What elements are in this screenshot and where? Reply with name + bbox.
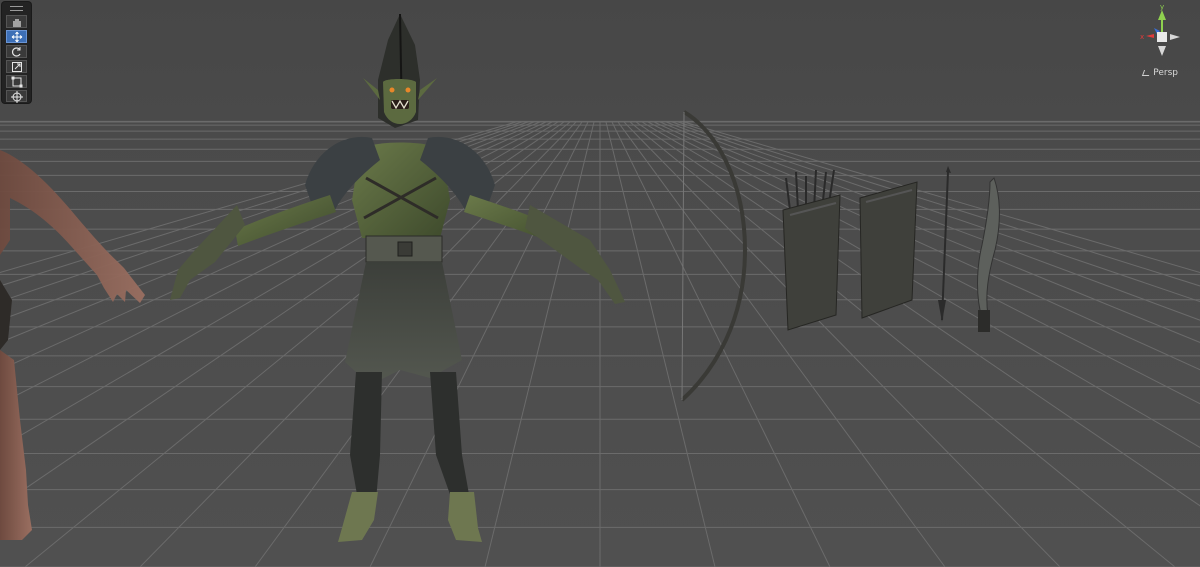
gizmo-y-cone[interactable] [1158, 10, 1166, 20]
hand-icon [13, 19, 21, 27]
grid-line [659, 121, 1200, 343]
rect-tool-button[interactable] [6, 75, 27, 88]
floor-grid [0, 120, 1200, 567]
orc-character-model[interactable] [170, 13, 625, 542]
quiver-with-arrows-prop[interactable] [782, 169, 841, 331]
toolbar-grip[interactable] [10, 6, 23, 11]
scene-canvas[interactable] [0, 0, 1200, 567]
move-tool-button[interactable] [6, 30, 27, 43]
transform-tool-button[interactable] [6, 90, 27, 103]
orientation-gizmo[interactable]: y x Persp [1140, 0, 1200, 82]
rotate-tool-button[interactable] [6, 45, 27, 58]
gizmo-center-cube[interactable] [1157, 32, 1167, 42]
hand-tool-button[interactable] [6, 15, 27, 28]
grid-line [484, 121, 595, 567]
projection-toggle[interactable]: Persp [1142, 68, 1178, 78]
projection-label: Persp [1153, 68, 1178, 78]
gizmo-x-label: x [1140, 33, 1144, 41]
rotate-icon [12, 47, 21, 57]
scale-tool-button[interactable] [6, 60, 27, 73]
human-character-model[interactable] [0, 150, 145, 540]
transform-icon [11, 91, 23, 103]
scale-icon [12, 62, 22, 72]
perspective-icon [1142, 69, 1152, 76]
curved-sword-prop[interactable] [977, 177, 1000, 332]
rect-transform-icon [11, 76, 23, 88]
gizmo-y-label: y [1160, 3, 1164, 11]
gizmo-neg-y-cone[interactable] [1158, 46, 1166, 56]
move-arrows-icon [11, 31, 23, 43]
grid-line [683, 121, 1200, 273]
scene-viewport[interactable]: y x Persp [0, 0, 1200, 567]
empty-quiver-prop[interactable] [859, 181, 918, 319]
grid-line [671, 121, 1200, 303]
grid-line [605, 121, 716, 567]
grid-line [665, 121, 1200, 321]
scene-tools-toolbar [2, 2, 31, 103]
gizmo-neg-x-cone[interactable] [1170, 34, 1180, 40]
gizmo-x-cone[interactable] [1146, 34, 1154, 38]
grid-line [647, 121, 1200, 405]
